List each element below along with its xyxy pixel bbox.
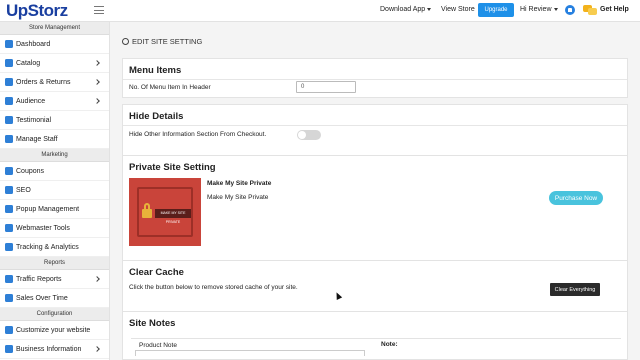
webmaster-icon (5, 224, 13, 232)
sidebar-item-audience[interactable]: Audience (0, 92, 109, 111)
seo-icon (5, 186, 13, 194)
traffic-icon (5, 275, 13, 283)
private-site-description: Make My Site Private (207, 194, 269, 201)
business-icon (5, 345, 13, 353)
card-title: Private Site Setting (129, 162, 216, 173)
download-app-menu[interactable]: Download App (380, 6, 432, 13)
private-site-banner: MAKE MY SITE PRIVATE (155, 209, 191, 224)
chevron-right-icon (94, 346, 100, 352)
sidebar-item-label: Popup Management (16, 205, 80, 213)
sidebar-item-label: Audience (16, 97, 46, 105)
private-site-card: Private Site Setting MAKE MY SITE PRIVAT… (122, 155, 628, 275)
sidebar-item-tracking-analytics[interactable]: Tracking & Analytics (0, 238, 109, 257)
coupon-icon (5, 167, 13, 175)
sidebar-section-marketing: Marketing (0, 149, 109, 162)
page-title: EDIT SITE SETTING (122, 37, 202, 46)
caret-down-icon (553, 7, 558, 11)
get-help-link[interactable]: Get Help (600, 6, 629, 13)
card-title: Site Notes (129, 318, 176, 329)
sidebar-item-business-information[interactable]: Business Information (0, 340, 109, 359)
card-title: Menu Items (129, 65, 182, 76)
analytics-icon (5, 243, 13, 251)
caret-down-icon (427, 7, 432, 11)
cart-icon (5, 78, 13, 86)
home-icon (5, 40, 13, 48)
sidebar-item-label: Traffic Reports (16, 275, 62, 283)
sidebar-section-reports: Reports (0, 257, 109, 270)
sidebar-item-catalog[interactable]: Catalog (0, 54, 109, 73)
private-site-image: MAKE MY SITE PRIVATE (129, 178, 201, 246)
main-content: EDIT SITE SETTING Menu Items No. Of Menu… (110, 22, 640, 360)
sidebar-item-label: Webmaster Tools (16, 224, 70, 232)
purchase-now-button[interactable]: Purchase Now (549, 191, 603, 205)
sidebar-section-store-management: Store Management (0, 22, 109, 35)
sidebar-item-label: Testimonial (16, 116, 52, 124)
user-greeting: Hi Review (520, 6, 552, 13)
sidebar-item-testimonial[interactable]: Testimonial (0, 111, 109, 130)
sidebar-item-manage-staff[interactable]: Manage Staff (0, 130, 109, 149)
sidebar-item-label: Customize your website (16, 326, 91, 334)
hamburger-menu-icon[interactable] (94, 6, 104, 14)
card-divider (123, 125, 627, 126)
sidebar: Store Management Dashboard Catalog Order… (0, 22, 110, 360)
sidebar-item-dashboard[interactable]: Dashboard (0, 35, 109, 54)
notification-icon[interactable] (565, 5, 575, 15)
sidebar-item-label: SEO (16, 186, 31, 194)
sidebar-item-orders-returns[interactable]: Orders & Returns (0, 73, 109, 92)
note-label: Note: (381, 341, 398, 348)
card-divider (123, 79, 627, 80)
sidebar-item-label: Sales Over Time (16, 294, 68, 302)
hide-details-toggle[interactable] (297, 130, 321, 140)
top-bar: UpStorz Download App View Store Upgrade … (0, 0, 640, 22)
card-title: Clear Cache (129, 267, 184, 278)
view-store-link[interactable]: View Store (441, 6, 475, 13)
clear-everything-button[interactable]: Clear Everything (550, 283, 600, 296)
chevron-right-icon (94, 60, 100, 66)
sidebar-item-traffic-reports[interactable]: Traffic Reports (0, 270, 109, 289)
users-icon (5, 97, 13, 105)
sidebar-item-label: Coupons (16, 167, 45, 175)
upgrade-button[interactable]: Upgrade (478, 3, 514, 17)
chevron-right-icon (94, 79, 100, 85)
sidebar-item-label: Orders & Returns (16, 78, 71, 86)
sidebar-item-customize-website[interactable]: Customize your website (0, 321, 109, 340)
sidebar-item-label: Business Information (16, 345, 82, 353)
site-notes-card: Site Notes Product Note Note: (122, 311, 628, 360)
chevron-right-icon (94, 276, 100, 282)
menu-items-count-label: No. Of Menu Item In Header (129, 84, 211, 91)
lock-icon (142, 209, 152, 218)
page-title-text: EDIT SITE SETTING (132, 37, 203, 46)
hide-details-label: Hide Other Information Section From Chec… (129, 131, 267, 138)
menu-items-card: Menu Items No. Of Menu Item In Header 0 (122, 58, 628, 98)
clear-cache-description: Click the button below to remove stored … (129, 284, 298, 291)
sidebar-item-seo[interactable]: SEO (0, 181, 109, 200)
upstorz-logo[interactable]: UpStorz (6, 1, 68, 21)
sales-icon (5, 294, 13, 302)
sidebar-item-popup-management[interactable]: Popup Management (0, 200, 109, 219)
chevron-right-icon (94, 98, 100, 104)
catalog-icon (5, 59, 13, 67)
product-note-label: Product Note (139, 342, 177, 349)
sidebar-item-webmaster-tools[interactable]: Webmaster Tools (0, 219, 109, 238)
help-chat-icon[interactable] (583, 5, 597, 15)
gear-icon (122, 38, 129, 45)
sidebar-item-label: Manage Staff (16, 135, 58, 143)
sidebar-item-coupons[interactable]: Coupons (0, 162, 109, 181)
sidebar-item-label: Catalog (16, 59, 41, 67)
card-title: Hide Details (129, 111, 184, 122)
download-app-label: Download App (380, 6, 426, 13)
sidebar-item-label: Dashboard (16, 40, 51, 48)
menu-items-count-input[interactable]: 0 (296, 81, 356, 93)
user-menu[interactable]: Hi Review (520, 6, 558, 13)
customize-icon (5, 326, 13, 334)
site-notes-panel (131, 338, 621, 350)
sidebar-item-label: Tracking & Analytics (16, 243, 79, 251)
popup-icon (5, 205, 13, 213)
testimonial-icon (5, 116, 13, 124)
sidebar-section-configuration: Configuration (0, 308, 109, 321)
sidebar-item-sales-over-time[interactable]: Sales Over Time (0, 289, 109, 308)
product-note-input[interactable] (135, 350, 365, 356)
staff-icon (5, 135, 13, 143)
private-site-heading: Make My Site Private (207, 180, 272, 187)
